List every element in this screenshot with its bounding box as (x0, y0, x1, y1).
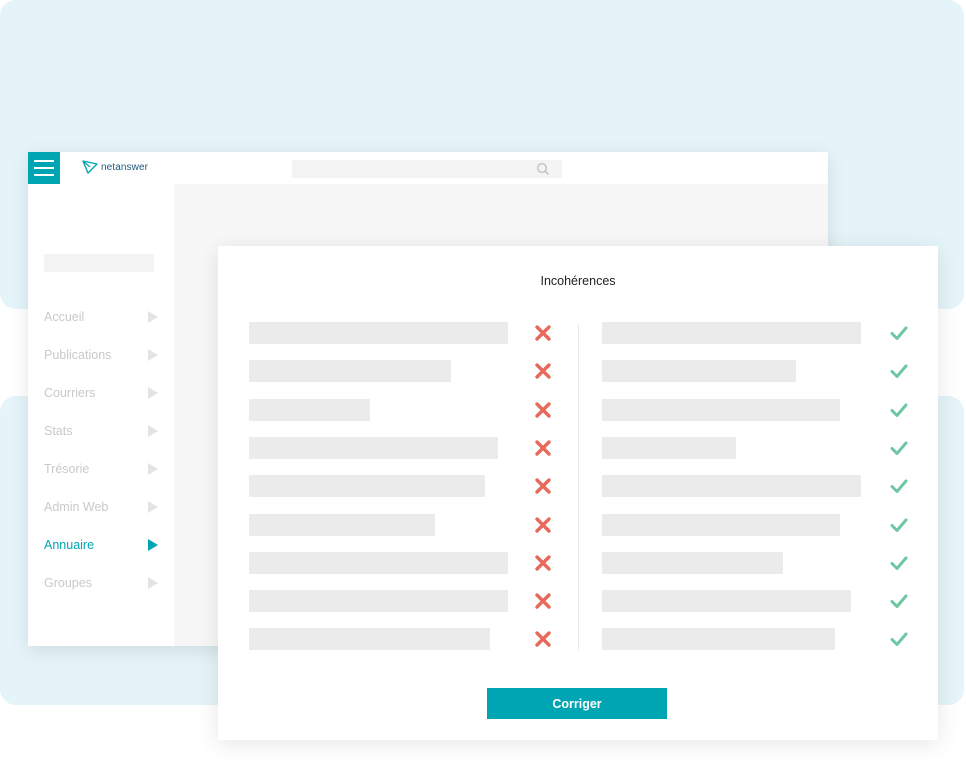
cross-icon (534, 477, 552, 495)
cross-icon (534, 516, 552, 534)
sidebar-item-label: Groupes (44, 576, 92, 590)
right-row-placeholder (602, 322, 861, 344)
right-row-placeholder (602, 590, 851, 613)
paper-plane-icon (82, 160, 98, 174)
chevron-right-icon (148, 349, 158, 361)
check-icon (890, 592, 908, 610)
cross-icon (534, 592, 552, 610)
check-icon (890, 630, 908, 648)
left-row-placeholder (249, 398, 370, 421)
check-icon (890, 554, 908, 572)
cross-icon (534, 362, 552, 380)
left-row-placeholder (249, 551, 508, 574)
hamburger-menu-icon[interactable] (28, 152, 60, 184)
chevron-right-icon (148, 387, 158, 399)
check-icon (890, 401, 908, 419)
logo-text: netanswer (101, 161, 149, 173)
sidebar-nav: Accueil Publications Courriers Stats Trésori… (44, 298, 158, 602)
left-row-placeholder (249, 360, 451, 383)
search-input[interactable] (292, 160, 562, 178)
cross-icon (534, 439, 552, 457)
cross-icon (534, 324, 552, 342)
left-row-placeholder (249, 322, 508, 344)
search-icon[interactable] (536, 162, 550, 176)
check-icon (890, 477, 908, 495)
column-divider (578, 324, 579, 650)
chevron-right-icon (148, 425, 158, 437)
sidebar-item-label: Stats (44, 424, 73, 438)
logo[interactable]: netanswer (82, 160, 148, 174)
check-icon (890, 516, 908, 534)
right-row-placeholder (602, 551, 783, 574)
check-icon (890, 324, 908, 342)
chevron-right-icon (148, 311, 158, 323)
left-row-placeholder (249, 590, 508, 613)
sidebar-item-5[interactable]: Admin Web (44, 488, 158, 526)
inconsistencies-modal: Incohérences Corriger (218, 246, 938, 740)
check-icon (890, 439, 908, 457)
sidebar-item-2[interactable]: Courriers (44, 374, 158, 412)
sidebar-item-6[interactable]: Annuaire (44, 526, 158, 564)
sidebar-item-3[interactable]: Stats (44, 412, 158, 450)
left-row-placeholder (249, 436, 498, 459)
chevron-right-icon (148, 463, 158, 475)
sidebar-item-label: Accueil (44, 310, 85, 324)
fix-button[interactable]: Corriger (487, 688, 667, 719)
left-row-placeholder (249, 475, 485, 498)
left-row-placeholder (249, 628, 490, 651)
chevron-right-icon (148, 577, 158, 589)
sidebar-item-label: Publications (44, 348, 112, 362)
sidebar-item-0[interactable]: Accueil (44, 298, 158, 336)
right-row-placeholder (602, 360, 796, 383)
sidebar-item-label: Trésorie (44, 462, 90, 476)
right-row-placeholder (602, 628, 835, 651)
modal-title: Incohérences (540, 274, 616, 288)
sidebar-placeholder (44, 254, 154, 272)
sidebar-item-1[interactable]: Publications (44, 336, 158, 374)
sidebar-item-label: Admin Web (44, 500, 109, 514)
cross-icon (534, 401, 552, 419)
right-row-placeholder (602, 436, 736, 459)
cross-icon (534, 554, 552, 572)
right-row-placeholder (602, 475, 861, 498)
right-row-placeholder (602, 513, 840, 536)
stage: netanswer Accueil Publications Courriers St… (0, 0, 966, 769)
chevron-right-icon (148, 501, 158, 513)
sidebar-item-label: Annuaire (44, 538, 95, 552)
sidebar-item-label: Courriers (44, 386, 96, 400)
chevron-right-icon (148, 539, 158, 551)
sidebar-item-4[interactable]: Trésorie (44, 450, 158, 488)
check-icon (890, 362, 908, 380)
sidebar-item-7[interactable]: Groupes (44, 564, 158, 602)
left-row-placeholder (249, 513, 435, 536)
cross-icon (534, 630, 552, 648)
right-row-placeholder (602, 398, 840, 421)
